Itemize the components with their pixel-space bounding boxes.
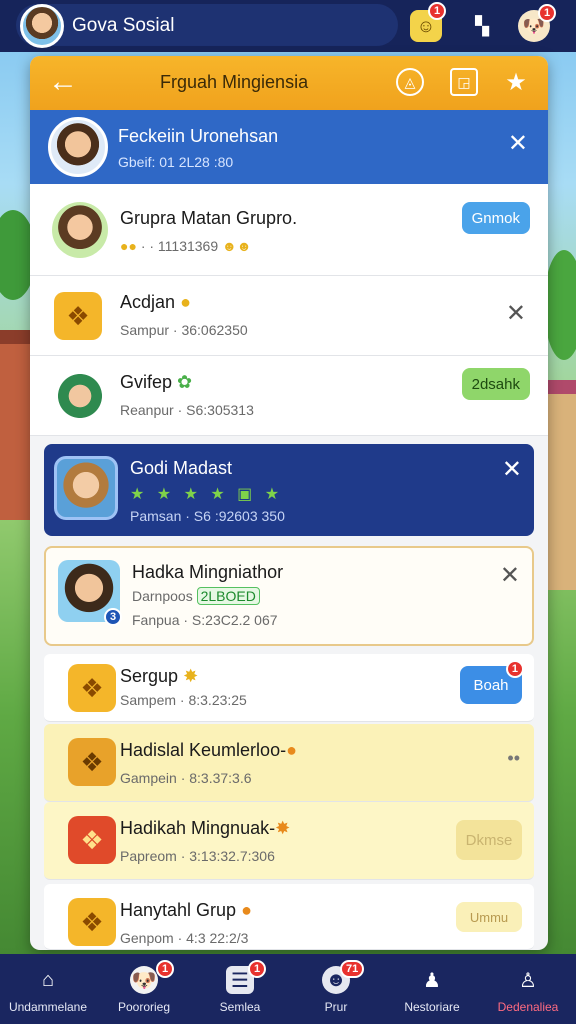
nav-item-chat[interactable]: ☻ 71 Prur	[288, 954, 384, 1024]
nav-item-pet[interactable]: 🐶 1 Poororieg	[96, 954, 192, 1024]
grid-icon[interactable]: ▚	[466, 10, 498, 42]
list-item-name: Hanytahl Grup ●	[120, 900, 252, 920]
avatar	[52, 202, 108, 258]
list-item-name: Hadislal Keumlerloo-●	[120, 740, 297, 760]
compass-icon[interactable]: ◬	[396, 68, 424, 96]
arrow-left-icon[interactable]: ←	[48, 66, 78, 98]
nav-item-list[interactable]: ☰ 1 Semlea	[192, 954, 288, 1024]
card-name: Godi Madast	[130, 458, 233, 478]
nav-label: Undammelane	[8, 1000, 88, 1014]
card-sub: Fanpua · S:23C2.2 067	[132, 612, 278, 628]
notification-badge: 1	[248, 960, 267, 978]
gift-icon: ❖	[68, 816, 116, 864]
notification-badge: 71	[340, 960, 365, 978]
card-sub: Pamsan · S6 :92603 350	[130, 508, 285, 524]
profile-avatar[interactable]	[48, 117, 108, 177]
nav-label: Prur	[324, 1000, 348, 1014]
image-icon[interactable]: ◲	[450, 68, 478, 96]
home-icon: ⌂	[41, 968, 55, 991]
nav-label: Semlea	[219, 1000, 261, 1014]
people-icon: ♟	[423, 969, 441, 992]
nav-label: Poororieg	[117, 1000, 171, 1014]
nav-item-home[interactable]: ⌂ Undammelane	[0, 954, 96, 1024]
background-house	[544, 380, 576, 590]
action-button[interactable]: Gnmok	[461, 202, 530, 234]
person-icon: ♙	[519, 969, 537, 992]
list-item[interactable]: ❖ Acdjan ● Sampur · 36:062350 ✕	[30, 276, 548, 356]
list-item[interactable]: Gvifep ✿ Reanpur · S6:305313 2dsahk	[30, 356, 548, 436]
list-item[interactable]: ❖ Hadikah Mingnuak-✸ Papreom · 3:13:32.7…	[44, 802, 534, 880]
profile-name: Feckeiin Uronehsan	[118, 126, 279, 146]
gift-icon: ❖	[68, 738, 116, 786]
profile-section: Feckeiin Uronehsan Gbeif: 01 2L28 :80	[30, 110, 548, 184]
list-item[interactable]: ❖ Sergup ✸ Sampem · 8:3.23:25 Boah 1	[44, 654, 534, 722]
status-tag: 2LBOED	[196, 587, 260, 605]
action-button[interactable]: Dkmse	[456, 820, 522, 860]
more-icon[interactable]: ••	[507, 748, 520, 769]
list-item-sub: Genpom · 4:3 22:2/3	[120, 930, 249, 946]
close-icon[interactable]: ✕	[508, 132, 528, 156]
list-item-name: Acdjan ●	[120, 292, 191, 312]
message-icon[interactable]: ☺ 1	[410, 2, 447, 42]
nav-label: Nestoriare	[404, 1000, 460, 1014]
close-icon[interactable]: ✕	[506, 302, 526, 326]
list-item-name: Hadikah Mingnuak-✸	[120, 818, 291, 838]
gift-icon: ❖	[54, 292, 102, 340]
panel-header: ← Frguah Mingiensia ◬ ◲ ★	[30, 56, 548, 110]
notification-badge: 1	[156, 960, 175, 978]
featured-card[interactable]: 3 Hadka Mingniathor Darnpoos 2LBOED Fanp…	[44, 546, 534, 646]
card-name: Hadka Mingniathor	[132, 562, 284, 582]
notification-badge: 1	[428, 2, 447, 20]
list-item-sub: Reanpur · S6:305313	[120, 402, 254, 418]
nav-item-profile[interactable]: ♙ Dedenaliea	[480, 954, 576, 1024]
list-item[interactable]: Grupra Matan Grupro. ●● · · 11131369 ☻☻ …	[30, 184, 548, 276]
close-icon[interactable]: ✕	[500, 564, 520, 588]
group-panel: ← Frguah Mingiensia ◬ ◲ ★ Feckeiin Urone…	[30, 56, 548, 950]
bottom-nav: ⌂ Undammelane 🐶 1 Poororieg ☰ 1 Semlea ☻…	[0, 954, 576, 1024]
card-sub: Darnpoos 2LBOED	[132, 587, 260, 605]
emoji-icon: ☻☻	[222, 238, 252, 254]
list-item-sub: Gampein · 8:3.37:3.6	[120, 770, 252, 786]
nav-item-people[interactable]: ♟ Nestoriare	[384, 954, 480, 1024]
app-title: Gova Sosial	[72, 15, 175, 36]
background-tree	[544, 250, 576, 360]
gift-icon: ❖	[68, 898, 116, 946]
action-button[interactable]: Ummu	[456, 902, 522, 932]
avatar	[54, 456, 118, 520]
action-button[interactable]: 2dsahk	[461, 368, 530, 400]
list-item-sub: ●● · · 11131369 ☻☻	[120, 238, 252, 254]
list-item-sub: Sampem · 8:3.23:25	[120, 692, 247, 708]
profile-sub: Gbeif: 01 2L28 :80	[118, 154, 234, 170]
list-item[interactable]: ❖ Hanytahl Grup ● Genpom · 4:3 22:2/3 Um…	[44, 884, 534, 950]
rating-stars: ★ ★ ★ ★ ▣ ★	[130, 486, 284, 503]
highlight-card[interactable]: Godi Madast ★ ★ ★ ★ ▣ ★ Pamsan · S6 :926…	[44, 444, 534, 536]
close-icon[interactable]: ✕	[502, 458, 522, 482]
list-item-name: Gvifep ✿	[120, 372, 193, 392]
notification-badge: 1	[505, 660, 524, 678]
list-item-name: Sergup ✸	[120, 666, 199, 686]
list-item-name: Grupra Matan Grupro.	[120, 208, 298, 228]
star-icon[interactable]: ★	[502, 68, 530, 96]
level-badge: 3	[104, 608, 123, 626]
notification-badge: 1	[538, 4, 557, 22]
coin-icon: ●●	[120, 238, 137, 254]
gift-icon: ❖	[68, 664, 116, 712]
panel-title: Frguah Mingiensia	[160, 72, 309, 92]
user-avatar[interactable]	[20, 4, 64, 48]
pet-icon: 🐶	[130, 966, 158, 994]
nav-label: Dedenaliea	[497, 1000, 559, 1014]
list-item[interactable]: ❖ Hadislal Keumlerloo-● Gampein · 8:3.37…	[44, 724, 534, 802]
top-bar: Gova Sosial ☺ 1 ▚ 🐶 1	[0, 0, 576, 52]
list-item-sub: Papreom · 3:13:32.7:306	[120, 848, 275, 864]
avatar	[52, 368, 108, 424]
pet-icon[interactable]: 🐶 1	[518, 4, 557, 42]
list-item-sub: Sampur · 36:062350	[120, 322, 248, 338]
